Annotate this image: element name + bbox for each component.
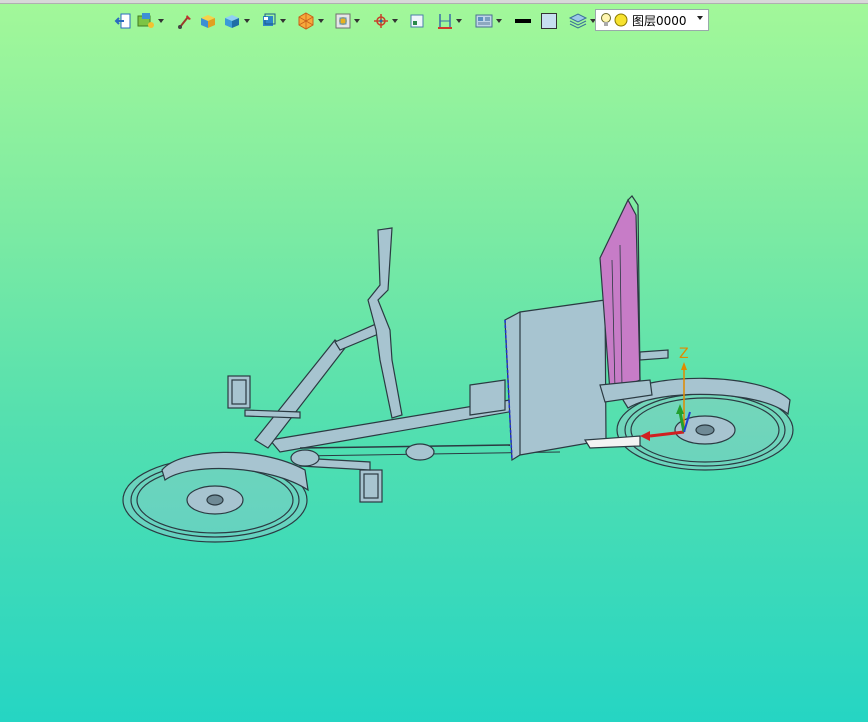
axis-z-label: Z — [679, 346, 689, 362]
tricycle-model[interactable]: Z — [0, 0, 868, 722]
pedal-upper — [227, 375, 251, 409]
handlebar — [367, 227, 403, 419]
pedal-lower — [359, 469, 383, 503]
chainring — [290, 449, 320, 467]
